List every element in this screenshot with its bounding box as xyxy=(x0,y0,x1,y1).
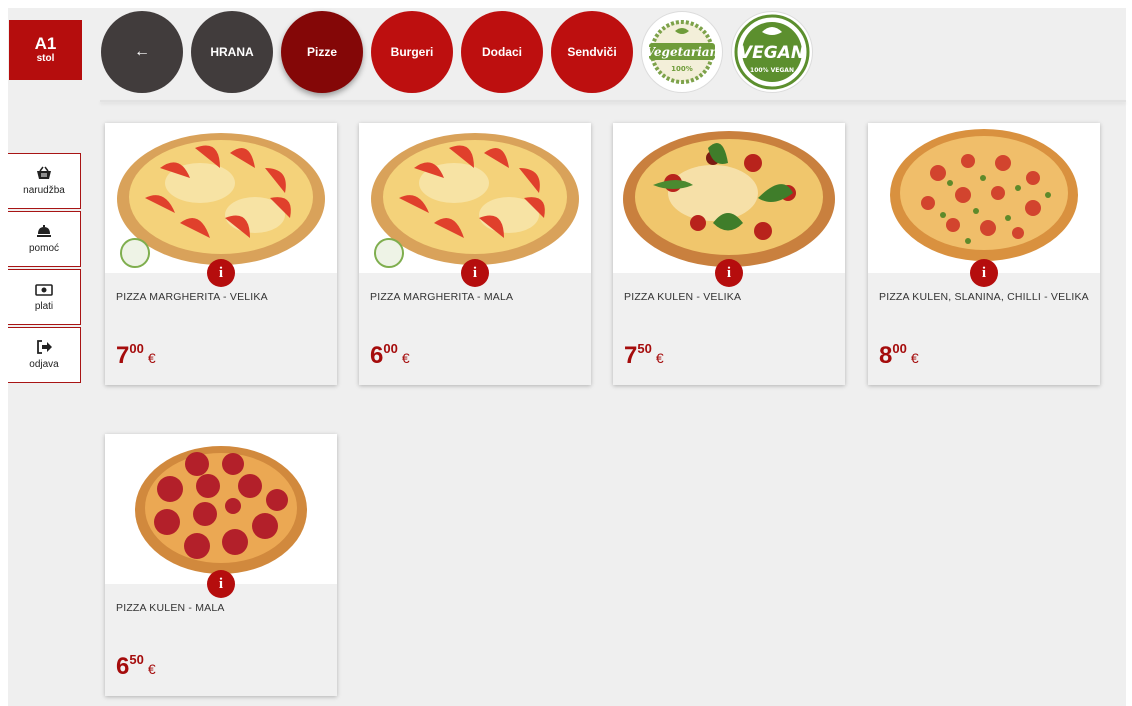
sidebar-item-order[interactable]: narudžba xyxy=(8,153,81,209)
product-image xyxy=(105,434,337,584)
vegetarian-mark-icon xyxy=(374,238,404,268)
sidebar-item-label: plati xyxy=(34,300,54,312)
vegetarian-badge-icon: Vegetarian 100% xyxy=(646,20,719,84)
product-name: PIZZA KULEN - MALA xyxy=(116,602,225,614)
sidebar-item-label: pomoć xyxy=(28,243,59,254)
category-label: Pizze xyxy=(306,45,337,59)
price-currency: € xyxy=(147,661,156,677)
topbar-divider xyxy=(100,100,1126,102)
info-button[interactable]: i xyxy=(970,259,998,287)
vegetarian-badge-text: Vegetarian xyxy=(646,45,719,59)
category-sendvici-button[interactable]: Sendviči xyxy=(551,11,633,93)
product-card[interactable]: i PIZZA KULEN - VELIKA 750€ xyxy=(613,123,845,385)
banknote-icon xyxy=(35,283,53,299)
product-name: PIZZA KULEN, SLANINA, CHILLI - VELIKA xyxy=(879,291,1089,303)
logout-icon xyxy=(36,340,52,357)
kulen-basil-pizza-image xyxy=(623,131,835,267)
vegan-badge-sub: 100% VEGAN xyxy=(750,67,794,74)
product-card[interactable]: i PIZZA KULEN, SLANINA, CHILLI - VELIKA … xyxy=(868,123,1100,385)
price-cents: 50 xyxy=(129,652,144,667)
category-label: Sendviči xyxy=(567,45,617,59)
price-euros: 6 xyxy=(370,342,384,369)
category-label: Dodaci xyxy=(481,45,522,59)
product-price: 650€ xyxy=(116,652,156,681)
price-cents: 00 xyxy=(383,341,398,356)
product-card[interactable]: i PIZZA MARGHERITA - VELIKA 700€ xyxy=(105,123,337,385)
sidebar-item-help[interactable]: pomoć xyxy=(8,211,81,267)
vegetarian-badge-sub: 100% xyxy=(671,65,693,73)
category-dodaci-button[interactable]: Dodaci xyxy=(461,11,543,93)
basket-icon xyxy=(36,166,52,183)
product-price: 700€ xyxy=(116,341,156,370)
vegan-filter-button[interactable]: VEGAN 100% VEGAN xyxy=(731,11,813,93)
info-button[interactable]: i xyxy=(715,259,743,287)
product-price: 750€ xyxy=(624,341,664,370)
table-badge: A1 stol xyxy=(9,20,82,80)
service-bell-icon xyxy=(36,224,52,241)
price-currency: € xyxy=(401,350,410,366)
back-button[interactable]: ← xyxy=(101,11,183,93)
category-hrana-button[interactable]: HRANA xyxy=(191,11,273,93)
price-cents: 00 xyxy=(129,341,144,356)
product-image xyxy=(359,123,591,273)
table-number: A1 xyxy=(34,34,57,53)
price-currency: € xyxy=(655,350,664,366)
product-image xyxy=(868,123,1100,273)
product-price: 600€ xyxy=(370,341,410,370)
product-name: PIZZA MARGHERITA - VELIKA xyxy=(116,291,268,303)
price-currency: € xyxy=(147,350,156,366)
info-button[interactable]: i xyxy=(207,259,235,287)
category-label: HRANA xyxy=(210,45,254,59)
price-euros: 7 xyxy=(116,342,130,369)
vegetarian-filter-button[interactable]: Vegetarian 100% xyxy=(641,11,723,93)
kulen-chilli-pizza-image xyxy=(890,129,1078,261)
product-name: PIZZA MARGHERITA - MALA xyxy=(370,291,514,303)
product-name: PIZZA KULEN - VELIKA xyxy=(624,291,742,303)
price-euros: 8 xyxy=(879,342,893,369)
category-label: Burgeri xyxy=(390,45,434,59)
vegetarian-mark-icon xyxy=(120,238,150,268)
category-pizze-button[interactable]: Pizze xyxy=(281,11,363,93)
pepperoni-pizza-image xyxy=(135,446,307,574)
sidebar-item-label: narudžba xyxy=(23,185,65,196)
vegan-badge-icon: VEGAN 100% VEGAN xyxy=(734,14,810,90)
price-cents: 50 xyxy=(637,341,652,356)
price-euros: 7 xyxy=(624,342,638,369)
product-image xyxy=(105,123,337,273)
sidebar-item-logout[interactable]: odjava xyxy=(8,327,81,383)
category-burgeri-button[interactable]: Burgeri xyxy=(371,11,453,93)
info-button[interactable]: i xyxy=(461,259,489,287)
info-button[interactable]: i xyxy=(207,570,235,598)
price-cents: 00 xyxy=(892,341,907,356)
table-label: stol xyxy=(36,53,55,64)
sidebar: narudžba pomoć plati odjava xyxy=(8,153,81,385)
price-euros: 6 xyxy=(116,653,130,680)
price-currency: € xyxy=(910,350,919,366)
sidebar-item-pay[interactable]: plati xyxy=(8,269,81,325)
product-price: 800€ xyxy=(879,341,919,370)
product-image xyxy=(613,123,845,273)
product-card[interactable]: i PIZZA KULEN - MALA 650€ xyxy=(105,434,337,696)
product-card[interactable]: i PIZZA MARGHERITA - MALA 600€ xyxy=(359,123,591,385)
arrow-left-icon: ← xyxy=(134,43,150,60)
sidebar-item-label: odjava xyxy=(29,359,59,370)
vegan-badge-text: VEGAN xyxy=(739,43,805,63)
